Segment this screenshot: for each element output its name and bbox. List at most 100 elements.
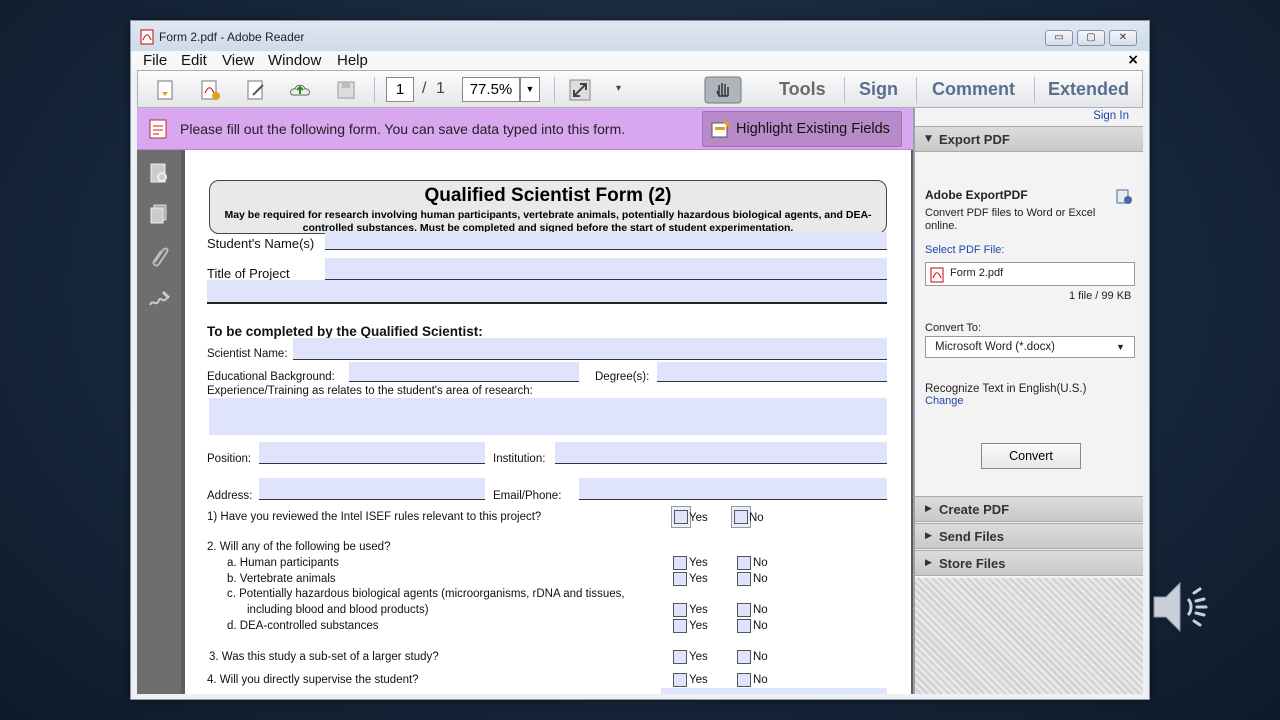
question-3: 3. Was this study a sub-set of a larger … <box>209 651 439 663</box>
section-heading: To be completed by the Qualified Scienti… <box>207 324 483 339</box>
form-title: Qualified Scientist Form (2) <box>424 185 672 206</box>
education-field[interactable] <box>349 362 579 382</box>
q2c-yes-checkbox[interactable] <box>673 603 687 617</box>
export-pdf-header[interactable]: ▼ Export PDF <box>915 126 1143 152</box>
signature-icon[interactable] <box>147 288 171 312</box>
comment-link[interactable]: Comment <box>932 79 1015 100</box>
q1-yes-checkbox[interactable] <box>674 510 688 524</box>
menu-window[interactable]: Window <box>268 52 321 69</box>
convert-to-label: Convert To: <box>925 322 982 334</box>
q4-no-checkbox[interactable] <box>737 673 751 687</box>
page-number-input[interactable]: 1 <box>386 77 414 102</box>
convert-to-select[interactable]: Microsoft Word (*.docx) ▼ <box>925 336 1135 358</box>
title-bar: Form 2.pdf - Adobe Reader ▭ ▢ ✕ <box>131 21 1149 51</box>
degrees-label: Degree(s): <box>595 371 650 383</box>
upload-cloud-icon[interactable] <box>288 78 312 102</box>
close-window-button[interactable]: ✕ <box>1109 30 1137 46</box>
q2a-no-label: No <box>753 557 768 569</box>
send-files-header[interactable]: ▶ Send Files <box>915 523 1143 549</box>
address-label: Address: <box>207 490 253 502</box>
sign-link[interactable]: Sign <box>859 79 898 100</box>
toolbar-overflow-icon[interactable]: ▾ <box>616 83 621 94</box>
form-icon <box>149 119 167 139</box>
export-pdf-label: Export PDF <box>939 132 1010 147</box>
q1-no-checkbox[interactable] <box>734 510 748 524</box>
send-files-label: Send Files <box>939 529 1005 544</box>
highlight-fields-button[interactable]: Highlight Existing Fields <box>702 111 902 147</box>
position-field[interactable] <box>259 442 485 464</box>
pdf-file-icon <box>140 29 154 45</box>
institution-field[interactable] <box>555 442 887 464</box>
hand-tool-icon[interactable] <box>704 76 742 104</box>
q2c-no-checkbox[interactable] <box>737 603 751 617</box>
sign-in-link[interactable]: Sign In <box>1093 110 1129 122</box>
email-phone-field[interactable] <box>579 478 887 500</box>
menu-view[interactable]: View <box>222 52 254 69</box>
chevron-down-icon: ▼ <box>1116 342 1125 352</box>
question-2b: b. Vertebrate animals <box>227 573 336 585</box>
question-2d: d. DEA-controlled substances <box>227 620 379 632</box>
q4-yes-checkbox[interactable] <box>673 673 687 687</box>
convert-button[interactable]: Convert <box>981 443 1081 469</box>
store-files-header[interactable]: ▶ Store Files <box>915 550 1143 576</box>
project-title-field-line2[interactable] <box>207 280 887 304</box>
question-4: 4. Will you directly supervise the stude… <box>207 674 419 686</box>
question-1: 1) Have you reviewed the Intel ISEF rule… <box>207 511 542 523</box>
page-thumbnails-icon[interactable] <box>147 162 171 186</box>
fit-page-icon[interactable] <box>568 78 592 102</box>
q1-no-label: No <box>749 512 764 524</box>
q4-extra-field[interactable] <box>661 688 887 694</box>
maximize-button[interactable]: ▢ <box>1077 30 1105 46</box>
q2b-yes-checkbox[interactable] <box>673 572 687 586</box>
q3-yes-checkbox[interactable] <box>673 650 687 664</box>
window-title: Form 2.pdf - Adobe Reader <box>159 30 305 44</box>
q2a-no-checkbox[interactable] <box>737 556 751 570</box>
zoom-dropdown-button[interactable]: ▼ <box>520 77 540 102</box>
speaker-icon[interactable] <box>1150 575 1214 639</box>
change-language-link[interactable]: Change <box>925 395 964 407</box>
q4-yes-label: Yes <box>689 674 708 686</box>
q2b-no-checkbox[interactable] <box>737 572 751 586</box>
q3-no-checkbox[interactable] <box>737 650 751 664</box>
edit-icon[interactable] <box>244 78 268 102</box>
menu-help[interactable]: Help <box>337 52 368 69</box>
selected-file-field[interactable]: Form 2.pdf <box>925 262 1135 286</box>
export-description-1: Convert PDF files to Word or Excel <box>925 207 1096 219</box>
form-header: Qualified Scientist Form (2) May be requ… <box>209 180 887 234</box>
minimize-button[interactable]: ▭ <box>1045 30 1073 46</box>
education-label: Educational Background: <box>207 371 335 383</box>
scientist-name-label: Scientist Name: <box>207 348 288 360</box>
q2c-yes-label: Yes <box>689 604 708 616</box>
address-field[interactable] <box>259 478 485 500</box>
scientist-name-field[interactable] <box>293 338 887 360</box>
q2a-yes-checkbox[interactable] <box>673 556 687 570</box>
project-title-field[interactable] <box>325 258 887 280</box>
select-pdf-label: Select PDF File: <box>925 244 1005 256</box>
pages-icon[interactable] <box>147 202 171 226</box>
q2d-no-checkbox[interactable] <box>737 619 751 633</box>
zoom-input[interactable]: 77.5% <box>462 77 520 102</box>
close-document-button[interactable]: × <box>1127 52 1139 68</box>
experience-field[interactable] <box>209 398 887 435</box>
export-info-icon[interactable] <box>1115 188 1133 206</box>
open-file-icon[interactable] <box>154 78 178 102</box>
save-icon[interactable] <box>334 78 358 102</box>
convert-to-value: Microsoft Word (*.docx) <box>935 341 1055 353</box>
q2d-yes-label: Yes <box>689 620 708 632</box>
create-pdf-icon[interactable] <box>198 78 222 102</box>
institution-label: Institution: <box>493 453 546 465</box>
collapsed-arrow-icon: ▶ <box>925 558 932 568</box>
highlight-fields-icon <box>711 119 732 138</box>
q1-yes-label: Yes <box>689 512 708 524</box>
tools-link[interactable]: Tools <box>779 79 826 100</box>
attachment-icon[interactable] <box>147 244 171 268</box>
pdf-page: Qualified Scientist Form (2) May be requ… <box>185 150 911 694</box>
q2d-yes-checkbox[interactable] <box>673 619 687 633</box>
create-pdf-header[interactable]: ▶ Create PDF <box>915 496 1143 522</box>
student-name-field[interactable] <box>325 232 887 250</box>
degrees-field[interactable] <box>657 362 887 382</box>
menu-edit[interactable]: Edit <box>181 52 207 69</box>
collapsed-arrow-icon: ▶ <box>925 531 932 541</box>
menu-file[interactable]: File <box>143 52 167 69</box>
extended-link[interactable]: Extended <box>1048 79 1129 100</box>
